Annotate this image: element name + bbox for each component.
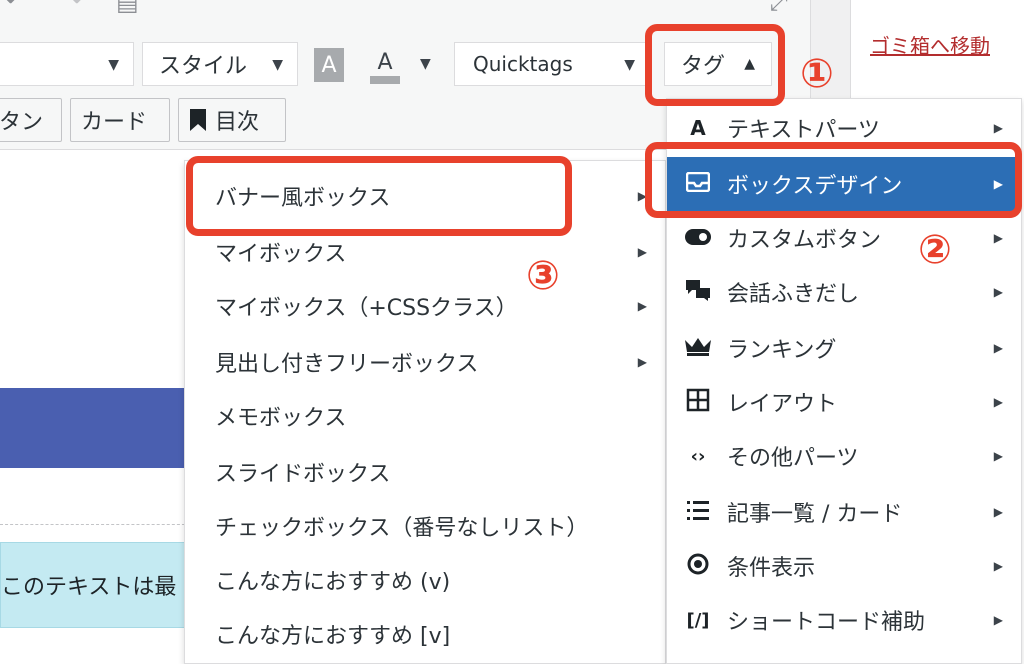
chevron-right-icon: ▶ bbox=[993, 449, 1003, 463]
menu-item-speech-bubble[interactable]: 会話ふきだし ▶ bbox=[667, 265, 1021, 319]
background-color-button[interactable]: A bbox=[370, 48, 400, 84]
chevron-right-icon: ▶ bbox=[637, 245, 647, 259]
card-insert-label: カード bbox=[81, 110, 148, 135]
menu-item-label: カスタムボタン bbox=[727, 228, 882, 253]
menu-item-label: その他パーツ bbox=[727, 446, 859, 471]
menu-item-other-parts[interactable]: ‹› その他パーツ ▶ bbox=[667, 429, 1021, 483]
highlight-banner-box bbox=[186, 156, 572, 236]
submenu-item-heading-free-box[interactable]: 見出し付きフリーボックス ▶ bbox=[185, 335, 665, 389]
menu-item-label: 会話ふきだし bbox=[727, 282, 860, 307]
chevron-right-icon: ▶ bbox=[993, 121, 1003, 135]
chevron-right-icon: ▶ bbox=[637, 355, 647, 369]
text-a-icon: A bbox=[690, 116, 706, 140]
style-select[interactable]: スタイル ▼ bbox=[142, 42, 298, 86]
menu-item-custom-button[interactable]: カスタムボタン ▶ bbox=[667, 211, 1021, 265]
toggle-icon bbox=[683, 226, 713, 250]
menu-item-label: テキストパーツ bbox=[727, 118, 880, 143]
menu-item-label: 条件表示 bbox=[727, 556, 816, 581]
menu-item-layout[interactable]: レイアウト ▶ bbox=[667, 375, 1021, 429]
chevron-right-icon: ▶ bbox=[993, 341, 1003, 355]
content-divider bbox=[0, 524, 190, 525]
button-insert[interactable]: タン bbox=[0, 98, 62, 142]
submenu-item-label: チェックボックス（番号なしリスト） bbox=[215, 516, 589, 541]
content-blue-block bbox=[0, 388, 190, 468]
menu-item-conditional-display[interactable]: 条件表示 ▶ bbox=[667, 539, 1021, 593]
keyboard-icon[interactable]: ▤ bbox=[116, 0, 139, 16]
chevron-right-icon: ▶ bbox=[993, 613, 1003, 627]
chevron-down-icon[interactable]: ▼ bbox=[420, 56, 431, 72]
quicktags-select[interactable]: Quicktags ▼ bbox=[454, 42, 650, 86]
bookmark-icon bbox=[190, 109, 206, 131]
fullscreen-icon[interactable]: ⤢ bbox=[770, 0, 788, 18]
text-color-label: A bbox=[321, 52, 337, 78]
card-insert-button[interactable]: カード bbox=[70, 98, 170, 142]
toc-insert-button[interactable]: 目次 bbox=[178, 98, 286, 142]
content-info-text: このテキストは最 bbox=[1, 575, 177, 600]
shortcode-icon: [/] bbox=[686, 609, 710, 631]
submenu-item-label: マイボックス bbox=[215, 242, 347, 267]
submenu-item-label: メモボックス bbox=[215, 406, 347, 431]
menu-item-ranking[interactable]: ランキング ▶ bbox=[667, 321, 1021, 375]
menu-item-label: 記事一覧 / カード bbox=[727, 502, 903, 527]
chevron-right-icon: ▶ bbox=[637, 299, 647, 313]
move-to-trash-link[interactable]: ゴミ箱へ移動 bbox=[870, 30, 990, 59]
crown-icon bbox=[683, 336, 713, 361]
undo-icon[interactable]: ↶ bbox=[4, 0, 27, 14]
submenu-item-label: こんな方におすすめ (v) bbox=[215, 570, 451, 595]
speech-bubbles-icon bbox=[683, 279, 713, 306]
toc-insert-label: 目次 bbox=[215, 110, 260, 135]
redo-icon[interactable]: ↷ bbox=[60, 0, 83, 14]
chevron-right-icon: ▶ bbox=[993, 285, 1003, 299]
chevron-down-icon: ▼ bbox=[108, 57, 119, 73]
menu-item-label: ショートコード補助 bbox=[727, 610, 926, 635]
highlight-tag-button bbox=[645, 24, 785, 106]
submenu-item-recommend-v[interactable]: こんな方におすすめ (v) bbox=[185, 553, 665, 607]
chevron-right-icon: ▶ bbox=[993, 395, 1003, 409]
menu-item-label: レイアウト bbox=[727, 392, 838, 417]
submenu-item-label: マイボックス（+CSSクラス） bbox=[215, 296, 518, 321]
chevron-down-icon: ▼ bbox=[272, 57, 283, 73]
submenu-item-recommend-bracket-v[interactable]: こんな方におすすめ [v] bbox=[185, 607, 665, 661]
menu-item-label: ランキング bbox=[727, 338, 837, 363]
submenu-item-my-box-css[interactable]: マイボックス（+CSSクラス） ▶ bbox=[185, 279, 665, 333]
format-select[interactable]: ▼ bbox=[0, 42, 134, 86]
text-color-button[interactable]: A bbox=[314, 48, 344, 82]
code-icon: ‹› bbox=[690, 445, 706, 467]
quicktags-label: Quicktags bbox=[473, 52, 573, 76]
submenu-item-memo-box[interactable]: メモボックス bbox=[185, 389, 665, 443]
chevron-right-icon: ▶ bbox=[993, 231, 1003, 245]
list-icon bbox=[683, 499, 713, 526]
highlight-box-design bbox=[645, 142, 1022, 218]
style-select-label: スタイル bbox=[159, 54, 248, 79]
submenu-item-label: こんな方におすすめ [v] bbox=[215, 624, 451, 649]
step-2-marker: ② bbox=[918, 227, 952, 273]
submenu-item-check-box[interactable]: チェックボックス（番号なしリスト） bbox=[185, 499, 665, 553]
chevron-right-icon: ▶ bbox=[993, 505, 1003, 519]
step-3-marker: ③ bbox=[526, 253, 560, 299]
content-info-box: このテキストは最 bbox=[0, 542, 190, 628]
submenu-item-label: スライドボックス bbox=[215, 462, 391, 487]
menu-item-shortcode-helper[interactable]: [/] ショートコード補助 ▶ bbox=[667, 593, 1021, 647]
chevron-right-icon: ▶ bbox=[993, 559, 1003, 573]
background-color-label: A bbox=[377, 49, 393, 75]
step-1-marker: ① bbox=[800, 51, 834, 97]
grid-icon bbox=[683, 388, 713, 417]
submenu-item-label: 見出し付きフリーボックス bbox=[215, 352, 479, 377]
eye-icon bbox=[683, 553, 713, 580]
submenu-item-slide-box[interactable]: スライドボックス bbox=[185, 445, 665, 499]
menu-item-article-list[interactable]: 記事一覧 / カード ▶ bbox=[667, 485, 1021, 539]
button-insert-label: タン bbox=[0, 110, 44, 135]
chevron-down-icon: ▼ bbox=[624, 57, 635, 73]
